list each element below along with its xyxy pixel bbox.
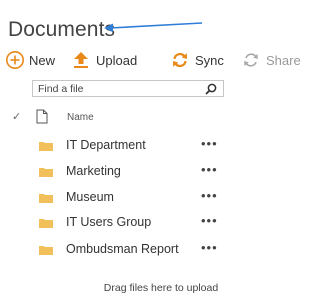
more-options-button[interactable]: ••• — [201, 213, 218, 228]
folder-icon — [39, 246, 53, 255]
share-icon — [244, 53, 258, 67]
sync-button[interactable]: Sync — [171, 50, 224, 70]
item-name[interactable]: IT Department — [66, 138, 146, 152]
share-button[interactable]: Share — [242, 50, 301, 70]
more-options-button[interactable]: ••• — [201, 240, 218, 255]
folder-icon — [39, 168, 53, 177]
upload-button-label: Upload — [96, 52, 138, 68]
item-name[interactable]: Museum — [66, 190, 114, 204]
sync-icon — [173, 52, 187, 68]
find-file-search — [32, 80, 224, 97]
command-bar: New Upload Sync Share — [5, 50, 301, 70]
folder-icon — [39, 142, 53, 151]
list-item[interactable]: Ombudsman Report ••• — [0, 240, 300, 260]
folder-icon — [39, 194, 53, 203]
item-name[interactable]: Marketing — [66, 164, 121, 178]
plus-circle-icon — [6, 51, 24, 69]
new-button[interactable]: New — [5, 50, 55, 70]
share-button-label: Share — [266, 52, 301, 68]
search-icon[interactable] — [205, 83, 217, 95]
search-input[interactable] — [33, 81, 198, 96]
name-column-header[interactable]: Name — [67, 112, 94, 123]
list-item[interactable]: Marketing ••• — [0, 162, 300, 182]
more-options-button[interactable]: ••• — [201, 188, 218, 203]
library-title: Documents — [8, 18, 116, 41]
checkmark-icon[interactable]: ✓ — [12, 110, 21, 123]
sync-button-label: Sync — [195, 52, 224, 68]
list-item[interactable]: Museum ••• — [0, 188, 300, 208]
more-options-button[interactable]: ••• — [201, 136, 218, 151]
list-item[interactable]: IT Users Group ••• — [0, 213, 300, 233]
folder-icon — [39, 219, 53, 228]
drop-zone-hint: Drag files here to upload — [103, 282, 219, 294]
new-button-label: New — [29, 52, 56, 68]
item-name[interactable]: Ombudsman Report — [66, 242, 179, 256]
upload-button[interactable]: Upload — [73, 50, 137, 70]
item-name[interactable]: IT Users Group — [66, 215, 151, 229]
more-options-button[interactable]: ••• — [201, 162, 218, 177]
document-icon — [36, 109, 48, 124]
annotation-arrow-icon — [104, 22, 203, 32]
list-item[interactable]: IT Department ••• — [0, 136, 300, 156]
upload-arrow-icon — [74, 52, 88, 68]
list-header: ✓ Name — [0, 108, 300, 126]
